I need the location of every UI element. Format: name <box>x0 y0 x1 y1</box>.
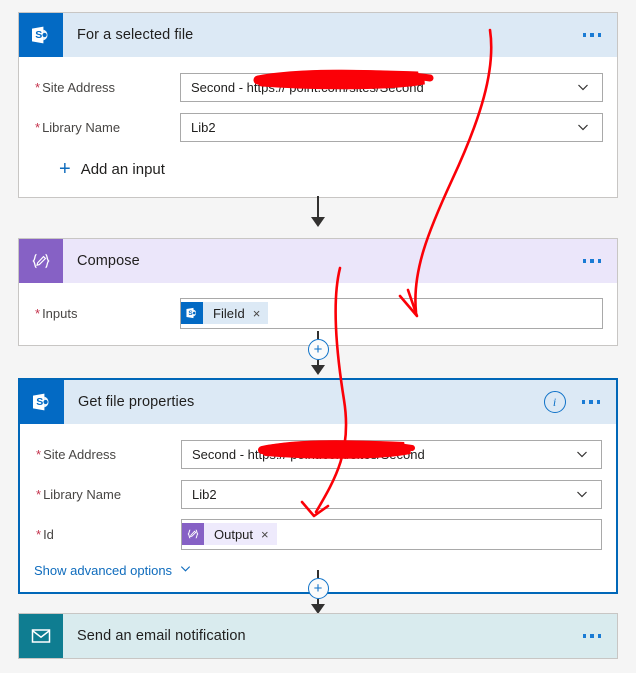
token-chip-output[interactable]: Output × <box>182 523 277 545</box>
token-remove-icon[interactable]: × <box>253 307 261 320</box>
token-body: FileId × <box>203 302 269 324</box>
insert-step-button[interactable]: + <box>307 578 329 599</box>
connector-line <box>317 196 319 218</box>
card-header-actions-get-file-properties: i <box>543 391 617 413</box>
flow-designer-canvas: S For a selected file * Site Address Seco… <box>0 0 636 673</box>
required-asterisk: * <box>36 486 42 502</box>
field-row-inputs: * Inputs S FileId × <box>19 293 617 333</box>
add-an-input-label: Add an input <box>80 160 165 178</box>
card-header-actions-send-email <box>581 628 618 644</box>
add-an-input-button[interactable]: + Add an input <box>19 147 617 185</box>
field-label-library-name: * Library Name <box>35 119 121 135</box>
card-title-trigger: For a selected file <box>77 27 194 43</box>
library-name-dropdown[interactable]: Lib2 <box>180 112 603 142</box>
connector-line <box>317 570 319 578</box>
flow-step-card-get-file-properties[interactable]: S Get file properties i * Site Address Se… <box>18 378 618 594</box>
sharepoint-icon: S <box>20 380 64 424</box>
site-address-value: Second - https:// point.com/sites/Second <box>192 446 425 462</box>
library-name-value: Lib2 <box>192 486 217 502</box>
insert-step-button[interactable]: + <box>307 339 329 360</box>
sharepoint-icon: S <box>19 13 63 57</box>
chevron-down-icon[interactable] <box>575 487 589 501</box>
card-header-trigger[interactable]: S For a selected file <box>19 13 617 57</box>
flow-step-card-send-email[interactable]: Send an email notification <box>18 613 618 659</box>
required-asterisk: * <box>35 305 41 321</box>
token-label: Output <box>214 526 254 542</box>
site-address-dropdown[interactable]: Second - https:// point.com/sites/Second <box>180 72 603 102</box>
site-address-dropdown[interactable]: Second - https:// point.com/sites/Second <box>181 439 602 469</box>
field-row-library-name: * Library Name Lib2 <box>19 107 617 147</box>
token-body: Output × <box>204 523 277 545</box>
more-options-icon[interactable] <box>580 394 603 410</box>
card-title-get-file-properties: Get file properties <box>78 394 195 410</box>
flow-step-card-trigger[interactable]: S For a selected file * Site Address Seco… <box>18 12 618 198</box>
field-row-id: * Id Output × <box>20 514 616 554</box>
field-row-library-name: * Library Name Lib2 <box>20 474 616 514</box>
field-row-site-address: * Site Address Second - https:// point.co… <box>20 434 616 474</box>
required-asterisk: * <box>35 79 41 95</box>
envelope-icon <box>19 614 63 658</box>
sharepoint-icon: S <box>181 302 203 324</box>
connector-line <box>317 331 319 339</box>
field-row-site-address: * Site Address Second - https:// point.co… <box>19 67 617 107</box>
card-header-compose[interactable]: Compose <box>19 239 617 283</box>
card-header-send-email[interactable]: Send an email notification <box>19 614 617 658</box>
field-label-id: * Id <box>36 526 54 542</box>
svg-text:S: S <box>35 29 42 41</box>
more-options-icon[interactable] <box>581 628 604 644</box>
library-name-value: Lib2 <box>191 119 216 135</box>
connector-arrow-icon <box>311 217 325 227</box>
svg-text:S: S <box>188 310 193 317</box>
required-asterisk: * <box>36 526 42 542</box>
chevron-down-icon[interactable] <box>576 120 590 134</box>
site-address-value: Second - https:// point.com/sites/Second <box>191 79 424 95</box>
chevron-down-icon[interactable] <box>576 80 590 94</box>
token-label: FileId <box>213 305 245 321</box>
field-label-site-address: * Site Address <box>36 446 117 462</box>
flow-step-card-compose[interactable]: Compose * Inputs S FileId × <box>18 238 618 346</box>
connector-compose-to-getfile: + <box>0 331 636 375</box>
token-chip-fileid[interactable]: S FileId × <box>181 302 269 324</box>
card-title-send-email: Send an email notification <box>77 628 246 644</box>
card-header-actions-trigger <box>581 27 618 43</box>
field-label-site-address: * Site Address <box>35 79 116 95</box>
connector-trigger-to-compose <box>0 196 636 227</box>
card-header-actions-compose <box>581 253 618 269</box>
more-options-icon[interactable] <box>581 253 604 269</box>
inputs-token-field[interactable]: S FileId × <box>180 297 603 329</box>
card-header-get-file-properties[interactable]: S Get file properties i <box>20 380 616 424</box>
card-title-compose: Compose <box>77 253 140 269</box>
connector-arrow-icon <box>311 365 325 375</box>
field-label-inputs: * Inputs <box>35 305 78 321</box>
token-remove-icon[interactable]: × <box>261 528 269 541</box>
field-label-library-name: * Library Name <box>36 486 122 502</box>
library-name-dropdown[interactable]: Lib2 <box>181 479 602 509</box>
more-options-icon[interactable] <box>581 27 604 43</box>
svg-text:S: S <box>36 396 43 408</box>
card-body-trigger: * Site Address Second - https:// point.co… <box>19 57 617 197</box>
info-icon[interactable]: i <box>543 391 566 413</box>
compose-braces-icon <box>19 239 63 283</box>
plus-icon: + <box>59 158 71 180</box>
id-token-field[interactable]: Output × <box>181 518 602 550</box>
compose-braces-icon <box>182 523 204 545</box>
connector-getfile-to-email: + <box>0 570 636 614</box>
required-asterisk: * <box>36 446 42 462</box>
required-asterisk: * <box>35 119 41 135</box>
chevron-down-icon[interactable] <box>575 447 589 461</box>
card-body-get-file-properties: * Site Address Second - https:// point.co… <box>20 424 616 592</box>
